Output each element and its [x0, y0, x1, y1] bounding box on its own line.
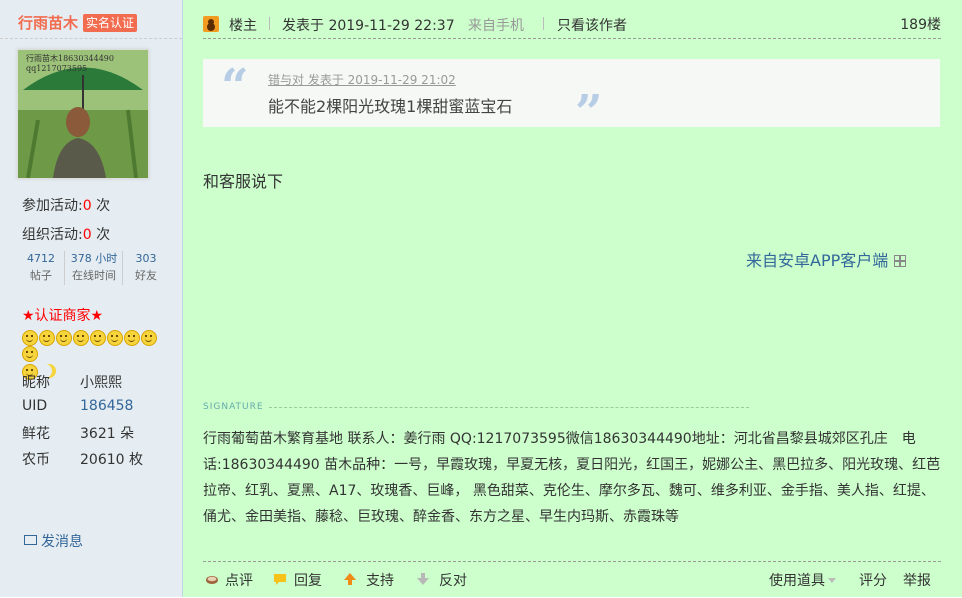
post-time: 发表于 2019-11-29 22:37 [282, 18, 455, 34]
forum-post: 行雨苗木 实名认证 行雨苗木18630344490 qq1217073595 参… [0, 0, 962, 597]
activities-organized-label: 组织活动: [22, 227, 83, 243]
signature-divider [269, 407, 749, 408]
post-body: 和客服说下 [203, 172, 284, 191]
support-button[interactable]: 支持 [366, 570, 394, 590]
posts-count-value: 4712 [27, 252, 55, 265]
comment-button[interactable]: 点评 [225, 570, 253, 590]
avatar-caption: 行雨苗木18630344490 qq1217073595 [26, 54, 114, 73]
verified-badge[interactable]: 实名认证 [83, 14, 138, 32]
info-coins-key: 农币 [22, 452, 50, 468]
post-actions: 点评 回复 支持 反对 使用道具 评分 举报 [203, 561, 941, 598]
signature-text: 行雨葡萄苗木繁育基地 联系人：姜行雨 QQ:1217073595微信186303… [203, 431, 941, 525]
quote-block: “ 错与对 发表于 2019-11-29 21:02 能不能2棵阳光玫瑰1棵甜蜜… [203, 59, 940, 137]
app-source-link[interactable]: 来自安卓APP客户端 [746, 247, 907, 271]
activities-organized: 组织活动:0 次 [22, 224, 110, 244]
info-coins-value: 20610 枚 [80, 452, 143, 468]
close-quote-icon: ” [575, 85, 603, 141]
separator [543, 17, 544, 30]
activities-joined-unit: 次 [96, 198, 111, 214]
smiley-icon [22, 330, 38, 346]
smiley-icon [124, 330, 140, 346]
activities-organized-unit: 次 [96, 227, 111, 243]
oppose-button[interactable]: 反对 [439, 570, 467, 590]
send-message-link[interactable]: 发消息 [24, 531, 83, 551]
online-time-label: 在线时间 [72, 269, 116, 282]
activities-joined-label: 参加活动: [22, 198, 83, 214]
user-counts: 4712 帖子 378 小时 在线时间 303 好友 [18, 251, 168, 287]
smiley-icon [141, 330, 157, 346]
thumbs-down-arrow-icon [417, 573, 429, 585]
activities-joined: 参加活动:0 次 [22, 195, 110, 215]
info-flowers-value: 3621 朵 [80, 426, 135, 442]
reply-button[interactable]: 回复 [294, 570, 322, 590]
app-source-label: 来自安卓APP客户端 [746, 251, 889, 270]
certified-merchant: ★认证商家★ [22, 308, 104, 324]
online-time-value: 378 小时 [70, 252, 118, 265]
qr-code-icon [894, 255, 907, 267]
author-username[interactable]: 行雨苗木 [18, 12, 78, 33]
open-quote-icon: “ [221, 59, 249, 115]
smiley-icon [22, 346, 38, 362]
send-message-label: 发消息 [41, 534, 83, 550]
envelope-icon [24, 535, 37, 545]
only-author-link[interactable]: 只看该作者 [557, 15, 627, 35]
info-nickname-value: 小熙熙 [80, 375, 122, 391]
post-header: 楼主 发表于 2019-11-29 22:37 来自手机 只看该作者 189楼 [203, 0, 941, 39]
reply-bubble-icon [274, 574, 286, 585]
info-uid-key: UID [22, 398, 48, 414]
smiley-icon [56, 330, 72, 346]
author-sidebar: 行雨苗木 实名认证 行雨苗木18630344490 qq1217073595 参… [0, 0, 183, 597]
author-name-row: 行雨苗木 实名认证 [0, 0, 182, 39]
quote-header[interactable]: 错与对 发表于 2019-11-29 21:02 [268, 71, 456, 88]
signature-label: SIGNATURE [203, 402, 264, 412]
floor-number[interactable]: 189楼 [900, 14, 941, 34]
op-label: 楼主 [229, 18, 257, 34]
use-tools-menu[interactable]: 使用道具 [769, 570, 836, 590]
report-button[interactable]: 举报 [903, 570, 931, 590]
chevron-down-icon [828, 578, 836, 583]
smiley-icon [107, 330, 123, 346]
rate-button[interactable]: 评分 [859, 570, 887, 590]
friends-count-value: 303 [135, 252, 157, 265]
posts-count-label: 帖子 [30, 269, 52, 282]
smiley-icon [90, 330, 106, 346]
friends-count[interactable]: 303 好友 [126, 251, 166, 285]
post-main: 楼主 发表于 2019-11-29 22:37 来自手机 只看该作者 189楼 … [183, 0, 962, 597]
smiley-icon [39, 330, 55, 346]
separator [269, 17, 270, 30]
info-nickname-key: 昵称 [22, 375, 50, 391]
quote-text: 能不能2棵阳光玫瑰1棵甜蜜蓝宝石 [268, 97, 513, 116]
info-uid-value[interactable]: 186458 [80, 398, 133, 414]
avatar[interactable]: 行雨苗木18630344490 qq1217073595 [17, 49, 149, 179]
info-flowers-key: 鲜花 [22, 426, 50, 442]
online-time[interactable]: 378 小时 在线时间 [66, 251, 123, 285]
thumbs-up-arrow-icon [344, 573, 356, 585]
use-tools-label: 使用道具 [769, 573, 825, 589]
posts-count[interactable]: 4712 帖子 [18, 251, 65, 285]
post-source: 来自手机 [468, 18, 524, 34]
friends-count-label: 好友 [135, 269, 157, 282]
activities-joined-count: 0 [82, 198, 92, 214]
op-user-icon [203, 16, 219, 32]
activities-organized-count: 0 [82, 227, 92, 243]
smiley-icon [73, 330, 89, 346]
coffee-cup-icon [206, 576, 218, 584]
